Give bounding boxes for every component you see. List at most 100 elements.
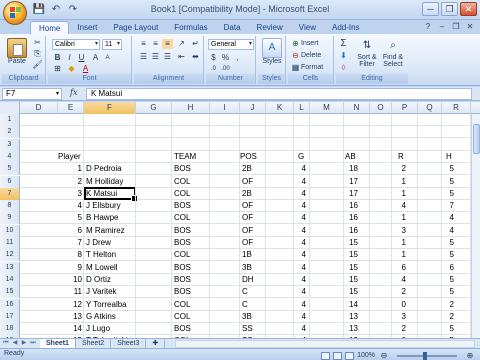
- row-header[interactable]: 12: [0, 249, 20, 262]
- copy-icon[interactable]: ⎘: [32, 49, 43, 59]
- cell-g[interactable]: 4: [294, 323, 306, 335]
- decrease-decimal-icon[interactable]: .00: [220, 64, 231, 74]
- cell-r[interactable]: 1: [392, 188, 406, 200]
- cell-rank[interactable]: 11: [58, 286, 82, 298]
- align-middle-icon[interactable]: ≡: [150, 39, 161, 49]
- row-header[interactable]: 3: [0, 138, 20, 151]
- cell-h[interactable]: 5: [442, 237, 454, 249]
- column-header-d[interactable]: D: [20, 102, 58, 114]
- row-header[interactable]: 13: [0, 261, 20, 274]
- fill-icon[interactable]: ⬇: [338, 51, 349, 61]
- cell-r[interactable]: 3: [392, 225, 406, 237]
- font-name-select[interactable]: Calibri ▾: [52, 39, 100, 50]
- cell-pos[interactable]: 1B: [242, 249, 266, 261]
- cell-player[interactable]: B Hawpe: [86, 212, 146, 224]
- cell-pos[interactable]: OF: [242, 212, 266, 224]
- fill-color-icon[interactable]: ◆: [66, 64, 77, 74]
- delete-cells-button[interactable]: Delete: [301, 52, 321, 59]
- cell-ab[interactable]: 15: [344, 286, 358, 298]
- header-cell-g[interactable]: G: [298, 151, 304, 163]
- cell-ab[interactable]: 15: [344, 237, 358, 249]
- cell-h[interactable]: 5: [442, 323, 454, 335]
- cell-r[interactable]: 0: [392, 299, 406, 311]
- cell-team[interactable]: BOS: [174, 163, 208, 175]
- cell-team[interactable]: BOS: [174, 323, 208, 335]
- cell-ab[interactable]: 17: [344, 188, 358, 200]
- cell-player[interactable]: M Ramirez: [86, 225, 146, 237]
- last-sheet-icon[interactable]: ⏭: [29, 339, 37, 348]
- cell-r[interactable]: 3: [392, 311, 406, 323]
- cell-ab[interactable]: 13: [344, 311, 358, 323]
- autosum-button[interactable]: Σ: [338, 39, 349, 49]
- row-header[interactable]: 11: [0, 237, 20, 249]
- cell-ab[interactable]: 15: [344, 262, 358, 274]
- shrink-font-icon[interactable]: A: [102, 53, 113, 63]
- cell-team[interactable]: BOS: [174, 274, 208, 286]
- zoom-slider-knob[interactable]: [423, 351, 427, 360]
- cell-player[interactable]: D Pedroia: [86, 163, 146, 175]
- vertical-scrollbar[interactable]: [471, 114, 480, 338]
- cell-team[interactable]: BOS: [174, 225, 208, 237]
- cell-g[interactable]: 4: [294, 188, 306, 200]
- cell-ab[interactable]: 16: [344, 200, 358, 212]
- row-header[interactable]: 16: [0, 298, 20, 311]
- styles-button[interactable]: A Styles: [260, 38, 284, 65]
- cell-rank[interactable]: 14: [58, 323, 82, 335]
- cell-player[interactable]: Y Torrealba: [86, 299, 146, 311]
- tab-insert[interactable]: Insert: [69, 21, 105, 34]
- cell-ab[interactable]: 17: [344, 176, 358, 188]
- column-header-o[interactable]: O: [370, 102, 392, 114]
- tab-review[interactable]: Review: [249, 21, 291, 34]
- zoom-slider[interactable]: [397, 351, 457, 360]
- cell-g[interactable]: 4: [294, 274, 306, 286]
- zoom-level[interactable]: 100%: [357, 352, 375, 359]
- cell-g[interactable]: 4: [294, 225, 306, 237]
- cell-pos[interactable]: C: [242, 286, 266, 298]
- cell-g[interactable]: 4: [294, 212, 306, 224]
- vertical-scroll-thumb[interactable]: [473, 124, 480, 154]
- cell-g[interactable]: 4: [294, 286, 306, 298]
- number-format-select[interactable]: General ▾: [208, 39, 254, 50]
- next-sheet-icon[interactable]: ▶: [20, 339, 28, 348]
- tab-data[interactable]: Data: [216, 21, 249, 34]
- cell-team[interactable]: COL: [174, 188, 208, 200]
- clear-icon[interactable]: ◊: [338, 63, 349, 73]
- row-header[interactable]: 2: [0, 126, 20, 139]
- underline-button[interactable]: U: [76, 53, 87, 63]
- merge-center-icon[interactable]: ⬌: [190, 52, 201, 62]
- office-button[interactable]: [3, 1, 27, 25]
- cell-player[interactable]: J Varitek: [86, 286, 146, 298]
- cell-team[interactable]: BOS: [174, 237, 208, 249]
- cell-h[interactable]: 5: [442, 188, 454, 200]
- header-cell-h[interactable]: H: [446, 151, 452, 163]
- cell-h[interactable]: 5: [442, 286, 454, 298]
- maximize-button[interactable]: ❐: [441, 2, 458, 16]
- cell-pos[interactable]: 2B: [242, 163, 266, 175]
- find-select-button[interactable]: ⌕ Find & Select: [380, 38, 406, 68]
- cell-rank[interactable]: 2: [58, 176, 82, 188]
- cell-rank[interactable]: 5: [58, 212, 82, 224]
- cut-icon[interactable]: ✂: [32, 38, 43, 48]
- cell-team[interactable]: BOS: [174, 200, 208, 212]
- column-header-m[interactable]: M: [310, 102, 344, 114]
- prev-sheet-icon[interactable]: ◀: [11, 339, 19, 348]
- cell-pos[interactable]: 2B: [242, 188, 266, 200]
- header-cell-team[interactable]: TEAM: [174, 151, 196, 163]
- cell-ab[interactable]: 15: [344, 274, 358, 286]
- workbook-minimize-icon[interactable]: –: [436, 21, 448, 32]
- insert-function-icon[interactable]: fx: [70, 88, 77, 97]
- cell-g[interactable]: 4: [294, 311, 306, 323]
- help-icon[interactable]: ?: [422, 21, 434, 32]
- cell-player[interactable]: M Lowell: [86, 262, 146, 274]
- cell-pos[interactable]: OF: [242, 200, 266, 212]
- cell-rank[interactable]: 3: [58, 188, 82, 200]
- cell-pos[interactable]: 3B: [242, 311, 266, 323]
- formula-input[interactable]: K Matsui: [86, 88, 472, 100]
- cell-player[interactable]: D Ortiz: [86, 274, 146, 286]
- cell-rank[interactable]: 8: [58, 249, 82, 261]
- align-top-icon[interactable]: ≡: [138, 39, 149, 49]
- row-header[interactable]: 5: [0, 163, 20, 176]
- zoom-out-icon[interactable]: ⊖: [378, 350, 390, 360]
- format-painter-icon[interactable]: 🖌: [32, 60, 43, 70]
- cell-g[interactable]: 4: [294, 163, 306, 175]
